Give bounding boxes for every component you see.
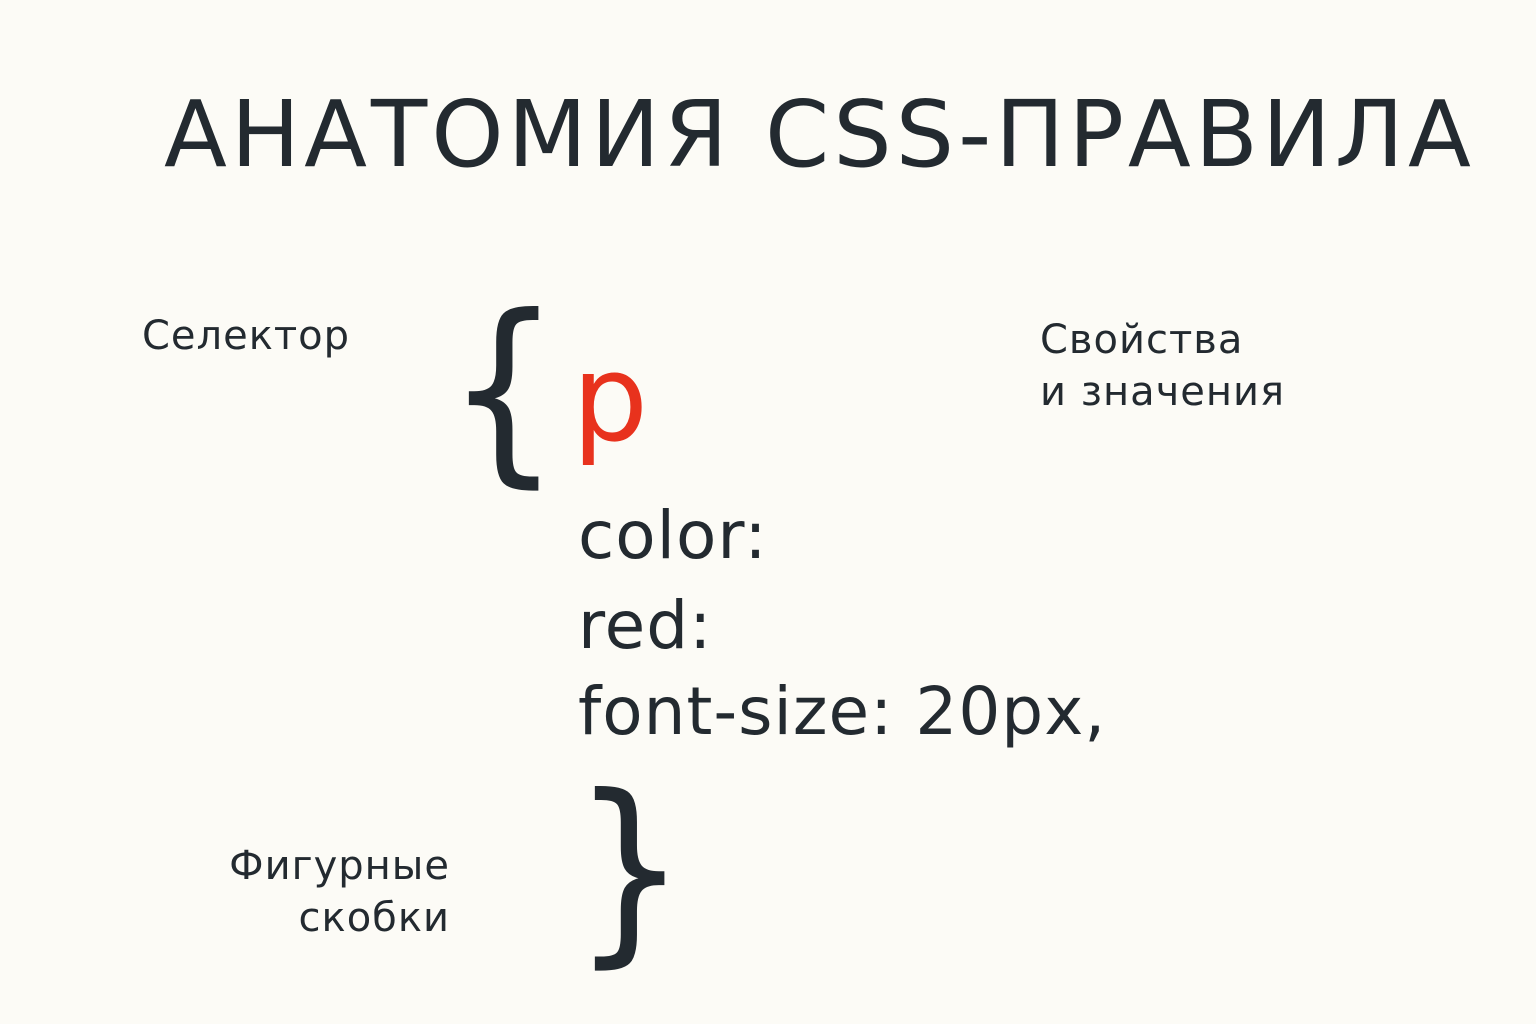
selector-code: p xyxy=(572,330,649,469)
braces-label: Фигурные скобки xyxy=(200,840,450,944)
diagram-canvas: АНАТОМИЯ CSS-ПРАВИЛА Селектор Свойства и… xyxy=(0,0,1536,1024)
braces-label-line-1: Фигурные xyxy=(229,843,450,889)
properties-label-line-1: Свойства xyxy=(1040,317,1244,363)
code-line-red-value: red: xyxy=(578,587,713,664)
properties-label: Свойства и значения xyxy=(1040,314,1285,418)
properties-label-line-2: и значения xyxy=(1040,369,1286,415)
selector-label: Селектор xyxy=(142,313,351,359)
open-curly-brace: { xyxy=(446,273,561,506)
close-curly-brace: } xyxy=(572,753,687,986)
code-line-font-size-property: font-size: 20px, xyxy=(578,673,1107,750)
page-title: АНАТОМИЯ CSS-ПРАВИЛА xyxy=(164,81,1475,188)
braces-label-line-2: скобки xyxy=(298,895,450,941)
code-line-color-property: color: xyxy=(578,497,768,574)
